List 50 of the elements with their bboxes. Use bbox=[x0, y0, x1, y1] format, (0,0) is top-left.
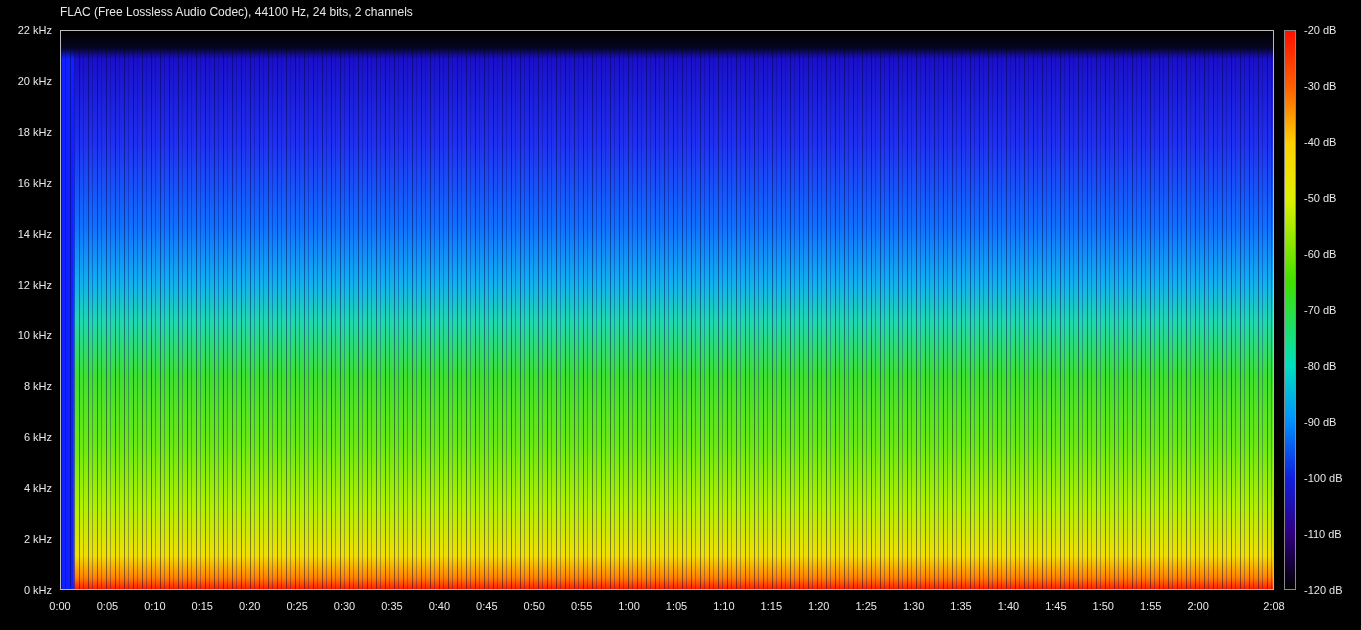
frequency-label: 14 kHz bbox=[17, 227, 52, 240]
frequency-label: 2 kHz bbox=[23, 533, 52, 546]
time-label: 1:30 bbox=[902, 600, 925, 612]
decibel-label: -30 dB bbox=[1304, 80, 1337, 92]
frequency-label: 0 kHz bbox=[23, 584, 52, 596]
decibel-label: -90 dB bbox=[1304, 416, 1337, 428]
frequency-label: 20 kHz bbox=[17, 74, 52, 87]
time-label: 0:05 bbox=[96, 600, 119, 612]
decibel-label: -70 dB bbox=[1304, 304, 1337, 316]
decibel-label: -80 dB bbox=[1304, 360, 1337, 372]
file-info-title: FLAC (Free Lossless Audio Codec), 44100 Hz, 24 bits, 2 channels bbox=[59, 4, 414, 21]
time-label: 0:20 bbox=[239, 600, 261, 612]
time-label: 2:08 bbox=[1263, 600, 1285, 612]
time-label: 0:10 bbox=[144, 600, 166, 612]
decibel-label: -120 dB bbox=[1304, 584, 1343, 596]
time-label: 1:55 bbox=[1140, 600, 1162, 612]
time-label: 1:50 bbox=[1092, 600, 1114, 612]
frequency-label: 12 kHz bbox=[17, 278, 52, 291]
time-label: 0:35 bbox=[381, 600, 403, 612]
time-label: 1:35 bbox=[950, 600, 972, 612]
time-label: 1:40 bbox=[997, 600, 1020, 612]
frequency-label: 22 kHz bbox=[17, 24, 52, 36]
frequency-label: 8 kHz bbox=[23, 380, 52, 393]
frequency-label: 4 kHz bbox=[23, 482, 52, 495]
time-label: 1:45 bbox=[1045, 600, 1067, 612]
frequency-label: 10 kHz bbox=[17, 329, 52, 342]
time-label: 1:00 bbox=[618, 600, 640, 612]
decibel-label: -40 dB bbox=[1304, 136, 1337, 148]
frequency-label: 6 kHz bbox=[23, 431, 52, 444]
frequency-label: 18 kHz bbox=[17, 125, 52, 138]
time-label: 0:45 bbox=[476, 600, 498, 612]
time-label: 0:00 bbox=[49, 600, 71, 612]
time-label: 0:30 bbox=[333, 600, 356, 612]
decibel-label: -60 dB bbox=[1304, 248, 1337, 260]
time-label: 0:25 bbox=[286, 600, 308, 612]
time-label: 2:00 bbox=[1187, 600, 1209, 612]
decibel-label: -110 dB bbox=[1304, 528, 1342, 540]
decibel-label: -50 dB bbox=[1304, 192, 1337, 204]
time-label: 0:55 bbox=[570, 600, 593, 612]
decibel-label: -100 dB bbox=[1304, 472, 1343, 484]
frequency-label: 16 kHz bbox=[17, 176, 52, 189]
time-label: 0:40 bbox=[428, 600, 451, 612]
time-label: 1:20 bbox=[808, 600, 830, 612]
time-label: 1:25 bbox=[855, 600, 877, 612]
time-label: 0:15 bbox=[191, 600, 213, 612]
time-label: 0:50 bbox=[523, 600, 545, 612]
time-label: 1:05 bbox=[665, 600, 688, 612]
time-label: 1:10 bbox=[713, 600, 735, 612]
time-label: 1:15 bbox=[760, 600, 783, 612]
decibel-label: -20 dB bbox=[1304, 24, 1337, 36]
